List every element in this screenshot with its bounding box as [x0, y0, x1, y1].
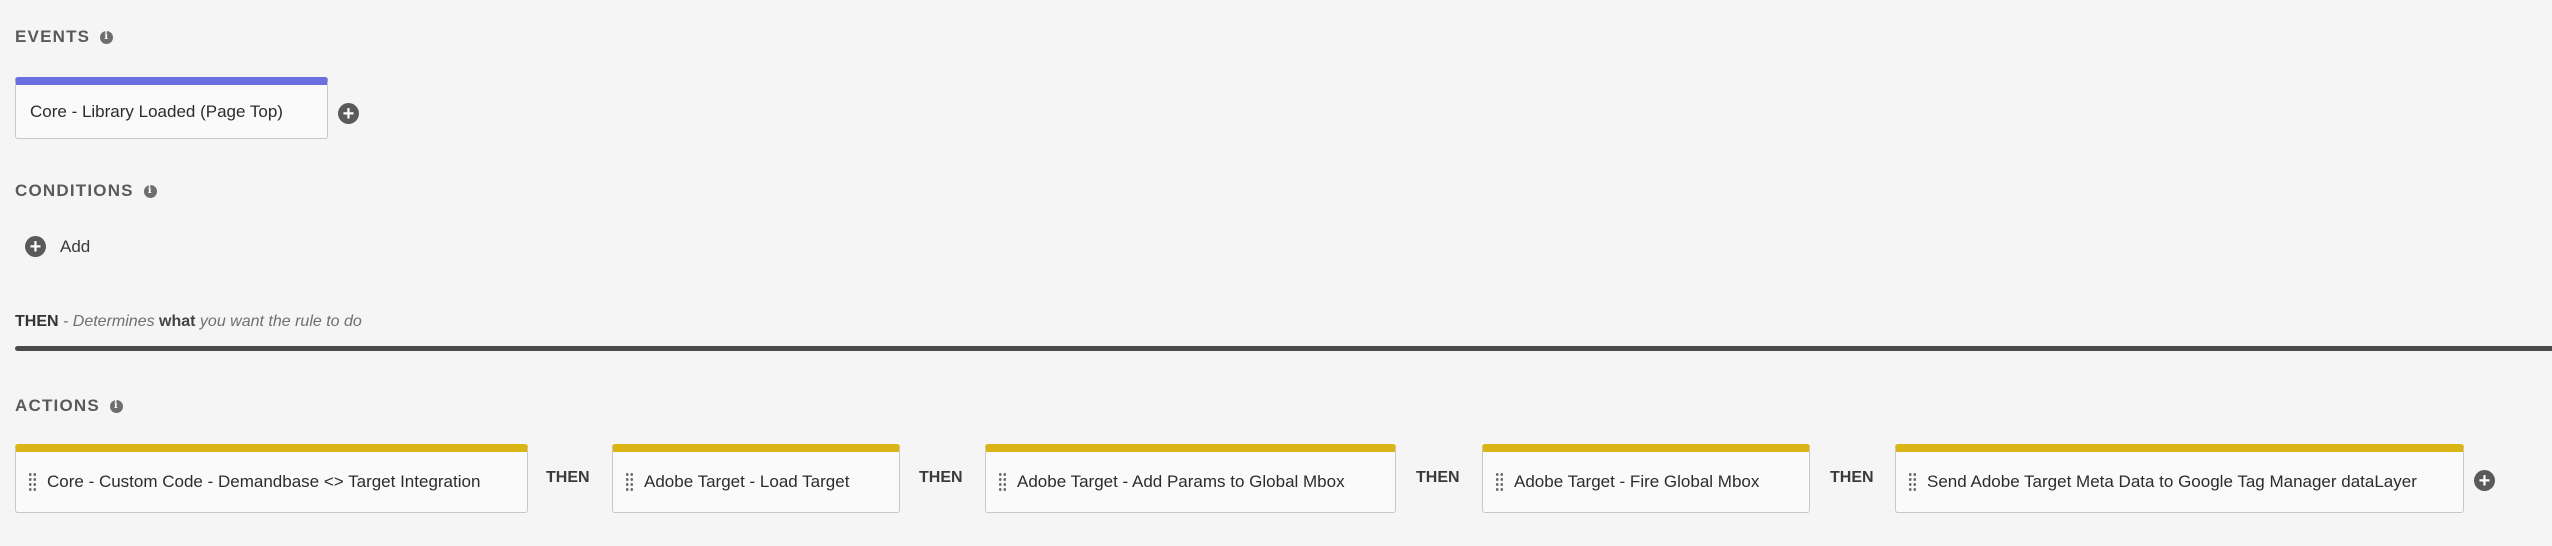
events-heading-label: EVENTS [15, 27, 91, 46]
drag-handle-icon[interactable] [625, 472, 634, 492]
add-condition-button[interactable]: + Add [25, 236, 90, 257]
events-heading: EVENTS i [15, 27, 114, 47]
action-card-label: Send Adobe Target Meta Data to Google Ta… [1927, 472, 2417, 491]
event-card[interactable]: Core - Library Loaded (Page Top) [15, 77, 328, 139]
info-icon[interactable]: i [100, 30, 114, 44]
drag-handle-icon[interactable] [998, 472, 1007, 492]
drag-handle-icon[interactable] [28, 472, 37, 492]
then-desc-bold: what [159, 313, 196, 330]
then-desc-suffix: you want the rule to do [195, 313, 362, 330]
add-event-icon[interactable]: + [338, 103, 359, 124]
action-card-label: Adobe Target - Add Params to Global Mbox [1017, 472, 1345, 491]
then-separator: THEN [1830, 469, 1874, 486]
action-card[interactable]: Adobe Target - Add Params to Global Mbox [985, 444, 1396, 513]
drag-handle-icon[interactable] [1495, 472, 1504, 492]
then-divider [15, 346, 2552, 351]
then-desc-prefix: - Determines [58, 313, 160, 330]
action-card-label: Adobe Target - Fire Global Mbox [1514, 472, 1760, 491]
then-separator: THEN [546, 469, 590, 486]
conditions-heading: CONDITIONS i [15, 181, 157, 201]
then-title: THEN [15, 313, 59, 330]
then-description: THEN - Determines what you want the rule… [15, 313, 362, 331]
action-card[interactable]: Core - Custom Code - Demandbase <> Targe… [15, 444, 528, 513]
action-card[interactable]: Adobe Target - Load Target [612, 444, 900, 513]
add-condition-label: Add [60, 236, 91, 256]
action-card-label: Core - Custom Code - Demandbase <> Targe… [47, 472, 481, 491]
action-card[interactable]: Adobe Target - Fire Global Mbox [1482, 444, 1810, 513]
info-icon[interactable]: i [109, 399, 123, 413]
actions-heading: ACTIONS i [15, 396, 123, 416]
then-separator: THEN [919, 469, 963, 486]
info-icon[interactable]: i [143, 184, 157, 198]
add-action-icon[interactable]: + [2474, 470, 2495, 491]
action-card-label: Adobe Target - Load Target [644, 472, 850, 491]
conditions-heading-label: CONDITIONS [15, 181, 134, 200]
drag-handle-icon[interactable] [1908, 472, 1917, 492]
event-card-label: Core - Library Loaded (Page Top) [30, 101, 283, 121]
then-separator: THEN [1416, 469, 1460, 486]
action-card[interactable]: Send Adobe Target Meta Data to Google Ta… [1895, 444, 2464, 513]
add-condition-icon: + [25, 236, 46, 257]
actions-heading-label: ACTIONS [15, 396, 100, 415]
